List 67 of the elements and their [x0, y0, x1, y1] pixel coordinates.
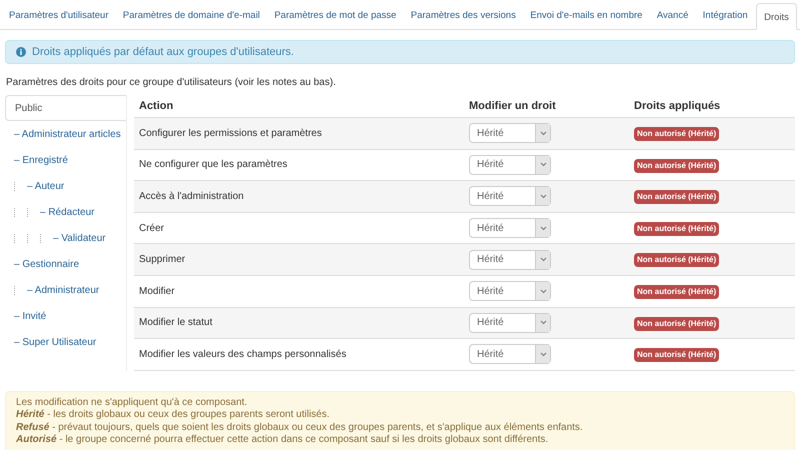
tree-guide	[14, 286, 15, 294]
action-cell-text: Modifier le statut	[138, 316, 214, 330]
tree-guide	[14, 182, 15, 190]
chevron-down-icon	[540, 257, 546, 262]
group-item[interactable]: Public	[5, 95, 126, 121]
note-line: Les modification ne s'appliquent qu'à ce composant.	[16, 396, 248, 410]
permission-select[interactable]: Hérité	[469, 312, 551, 333]
tree-guide	[27, 234, 28, 242]
tree-guide	[14, 208, 15, 216]
status-badge: Non autorisé (Hérité)	[634, 158, 720, 173]
tree-guide	[14, 234, 15, 242]
action-cell-text: Créer	[138, 222, 166, 236]
status-badge: Non autorisé (Hérité)	[634, 222, 720, 236]
info-icon	[16, 47, 26, 57]
status-badge: Non autorisé (Hérité)	[634, 285, 720, 300]
action-cell-text: Supprimer	[138, 253, 186, 268]
group-item[interactable]: – Rédacteur	[5, 199, 126, 225]
status-badge: Non autorisé (Hérité)	[634, 253, 720, 268]
tree-guide	[27, 208, 28, 216]
group-item[interactable]: – Invité	[5, 303, 126, 329]
intro-text: Paramètres des droits pour ce groupe d'utilisateurs (voir les notes au bas).	[6, 76, 337, 90]
group-item[interactable]: – Enregistré	[5, 147, 126, 173]
group-item[interactable]: – Administrateur	[5, 277, 126, 303]
info-text: Droits appliqués par défaut aux groupes d'utilisateurs.	[32, 44, 294, 60]
permission-select[interactable]: Hérité	[469, 186, 551, 206]
tree-guide	[40, 234, 41, 242]
permission-select[interactable]: Hérité	[469, 154, 551, 175]
status-badge: Non autorisé (Hérité)	[634, 127, 720, 142]
permission-select[interactable]: Hérité	[469, 344, 551, 364]
group-item[interactable]: – Auteur	[5, 173, 126, 199]
permission-select[interactable]: Hérité	[469, 218, 551, 238]
chevron-down-icon	[540, 320, 546, 326]
group-item[interactable]: – Super Utilisateur	[5, 329, 126, 355]
tab[interactable]: Paramètres des versions	[404, 2, 522, 29]
chevron-down-icon	[540, 288, 546, 294]
group-item[interactable]: – Gestionnaire	[5, 251, 126, 277]
action-cell-text: Ne configurer que les paramètres	[138, 158, 288, 172]
permission-select[interactable]: Hérité	[469, 123, 551, 144]
group-item[interactable]: – Administrateur articles	[5, 121, 126, 147]
chevron-down-icon	[540, 194, 546, 199]
permission-select[interactable]: Hérité	[469, 281, 551, 302]
tab[interactable]: Droits	[756, 3, 797, 30]
tab[interactable]: Intégration	[696, 2, 754, 29]
note-line: Autorisé - le groupe concerné pourra effectuer cette action dans ce composant sauf si les droits globaux sont différents.	[16, 434, 550, 447]
action-cell-text: Modifier les valeurs des champs personnalisés	[138, 348, 348, 362]
note-line: Refusé - prévaut toujours, quels que soient les droits globaux ou ceux des groupes parents, et s'applique aux éléments enfants.	[16, 422, 584, 434]
column-header: Droits appliqués	[634, 98, 720, 114]
status-badge: Non autorisé (Hérité)	[634, 316, 720, 331]
chevron-down-icon	[540, 226, 546, 231]
tab[interactable]: Envoi d'e-mails en nombre	[524, 2, 648, 29]
tab[interactable]: Paramètres de domaine d'e-mail	[116, 2, 266, 29]
action-cell-text: Accès à l'administration	[138, 190, 245, 204]
tab[interactable]: Avancé	[650, 2, 694, 29]
note-line: Hérité - les droits globaux ou ceux des groupes parents seront utilisés.	[16, 409, 331, 422]
column-header: Action	[138, 98, 174, 114]
group-item[interactable]: – Validateur	[5, 225, 126, 251]
action-cell-text: Configurer les permissions et paramètres	[138, 126, 323, 141]
status-badge: Non autorisé (Hérité)	[634, 190, 720, 204]
chevron-down-icon	[540, 352, 546, 357]
column-header: Modifier un droit	[469, 98, 557, 114]
status-badge: Non autorisé (Hérité)	[634, 348, 720, 362]
tab[interactable]: Paramètres d'utilisateur	[3, 2, 114, 29]
chevron-down-icon	[540, 130, 546, 136]
permission-select[interactable]: Hérité	[469, 250, 551, 270]
chevron-down-icon	[540, 162, 546, 168]
action-cell-text: Modifier	[138, 284, 176, 299]
tab[interactable]: Paramètres de mot de passe	[268, 2, 402, 29]
